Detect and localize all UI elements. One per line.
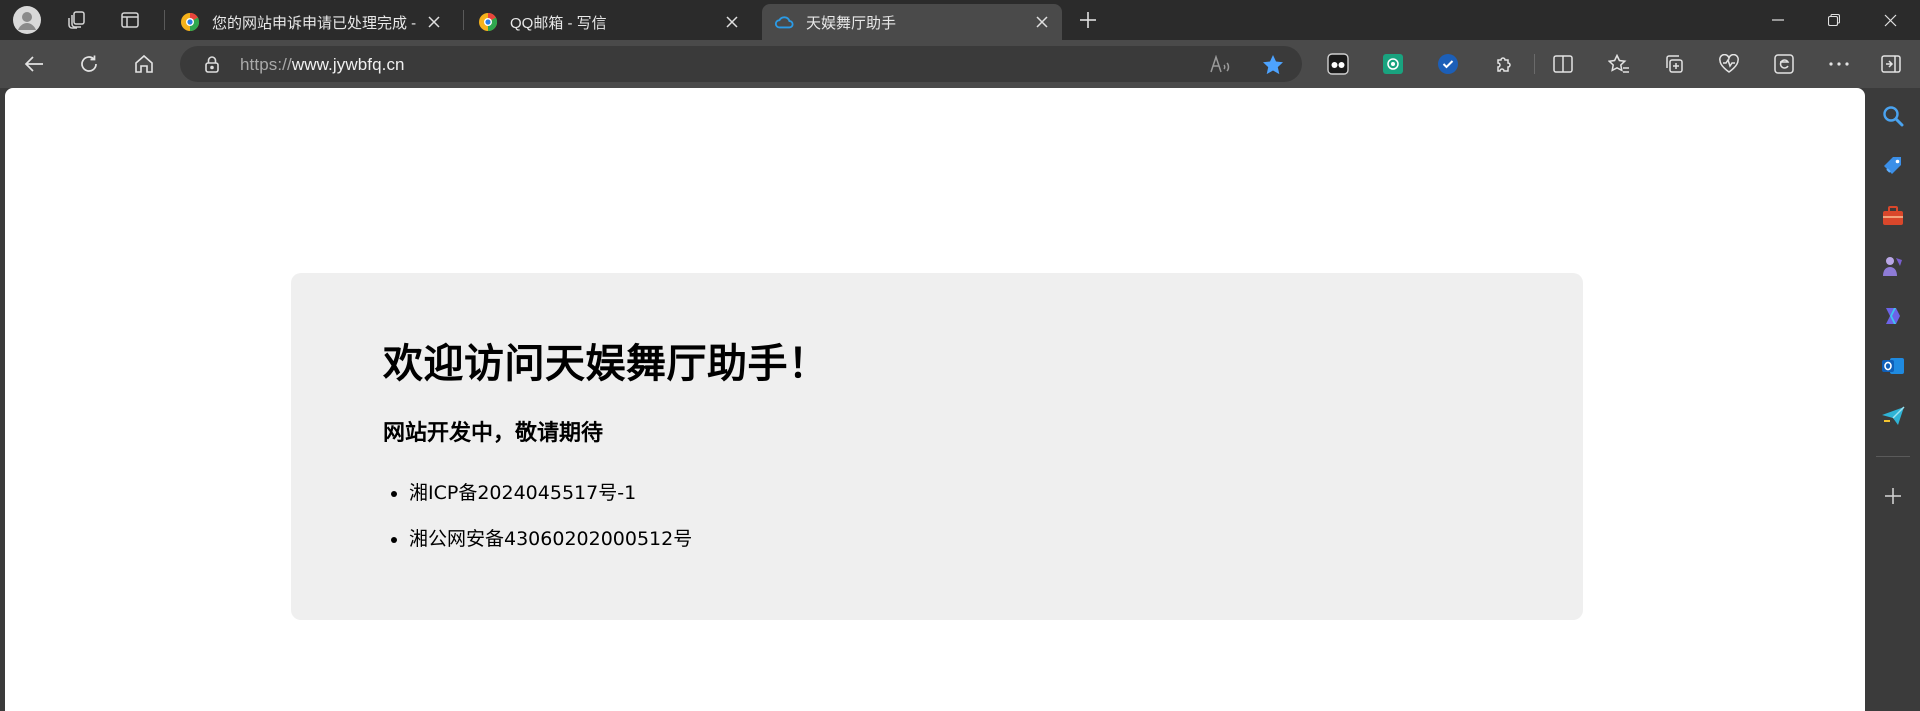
tab-tianyu-dance-hall[interactable]: 天娱舞厅助手 xyxy=(762,4,1062,40)
new-tab-icon[interactable] xyxy=(1068,6,1108,34)
extensions-puzzle-icon[interactable] xyxy=(1486,48,1522,80)
tab-actions-icon[interactable] xyxy=(110,6,150,34)
qq-mail-favicon xyxy=(478,12,498,32)
tab-qq-mail-compose[interactable]: QQ邮箱 - 写信 xyxy=(466,4,752,40)
search-icon[interactable] xyxy=(1877,100,1909,132)
tab-qq-mail-complaint[interactable]: 您的网站申诉申请已处理完成 - QQ邮箱 xyxy=(168,4,454,40)
collections-icon[interactable] xyxy=(1656,48,1692,80)
extension-chatgpt-icon[interactable] xyxy=(1375,48,1411,80)
tab-divider xyxy=(164,10,165,30)
lock-icon[interactable] xyxy=(202,54,222,74)
registration-list: 湘ICP备2024045517号-1 湘公网安备43060202000512号 xyxy=(383,470,692,562)
page-title: 欢迎访问天娱舞厅助手！ xyxy=(383,341,829,387)
outlook-icon[interactable] xyxy=(1877,350,1909,382)
list-item-icp[interactable]: 湘ICP备2024045517号-1 xyxy=(409,470,692,516)
address-bar[interactable]: https://www.jywbfq.cn xyxy=(180,46,1302,82)
refresh-icon[interactable] xyxy=(71,48,107,80)
tab-divider xyxy=(463,10,464,30)
extension-mask-icon[interactable] xyxy=(1320,48,1356,80)
more-icon[interactable] xyxy=(1821,48,1857,80)
page-subtitle: 网站开发中，敬请期待 xyxy=(383,421,604,446)
close-tab-icon[interactable] xyxy=(1028,8,1056,36)
url-host: www.jywbfq.cn xyxy=(291,55,405,74)
favorite-star-icon[interactable] xyxy=(1260,52,1286,76)
tab-title: QQ邮箱 - 写信 xyxy=(510,14,607,32)
page-viewport: 欢迎访问天娱舞厅助手！ 网站开发中，敬请期待 湘ICP备2024045517号-… xyxy=(5,88,1865,711)
edge-sidebar xyxy=(1866,88,1920,711)
send-icon[interactable] xyxy=(1877,400,1909,432)
restore-icon[interactable] xyxy=(1806,0,1862,40)
url-text[interactable]: https://www.jywbfq.cn xyxy=(240,55,405,75)
sidebar-toggle-icon[interactable] xyxy=(1873,48,1909,80)
profile-avatar-icon[interactable] xyxy=(7,6,47,34)
welcome-card: 欢迎访问天娱舞厅助手！ 网站开发中，敬请期待 湘ICP备2024045517号-… xyxy=(291,273,1583,620)
add-icon[interactable] xyxy=(1877,480,1909,512)
split-screen-icon[interactable] xyxy=(1545,48,1581,80)
workspaces-icon[interactable] xyxy=(57,6,97,34)
minimize-icon[interactable] xyxy=(1750,0,1806,40)
cloud-favicon xyxy=(774,12,794,32)
games-icon[interactable] xyxy=(1877,250,1909,282)
ie-mode-icon[interactable] xyxy=(1766,48,1802,80)
browser-toolbar: https://www.jywbfq.cn xyxy=(0,40,1920,88)
home-icon[interactable] xyxy=(126,48,162,80)
tab-strip: 您的网站申诉申请已处理完成 - QQ邮箱 QQ邮箱 - 写信 天娱舞厅助手 xyxy=(0,0,1920,40)
read-aloud-icon[interactable] xyxy=(1208,52,1234,76)
back-icon[interactable] xyxy=(16,48,52,80)
tab-title: 您的网站申诉申请已处理完成 - QQ邮箱 xyxy=(212,14,420,32)
list-item-police-record[interactable]: 湘公网安备43060202000512号 xyxy=(409,516,692,562)
tools-icon[interactable] xyxy=(1877,200,1909,232)
toolbar-divider xyxy=(1534,54,1535,74)
close-window-icon[interactable] xyxy=(1862,0,1918,40)
close-tab-icon[interactable] xyxy=(420,8,448,36)
tab-title: 天娱舞厅助手 xyxy=(806,14,897,32)
url-scheme: https:// xyxy=(240,55,292,74)
copilot-icon[interactable] xyxy=(1877,300,1909,332)
extension-shield-icon[interactable] xyxy=(1430,48,1466,80)
shopping-tag-icon[interactable] xyxy=(1877,150,1909,182)
favorites-icon[interactable] xyxy=(1601,48,1637,80)
sidebar-divider xyxy=(1876,456,1910,457)
close-tab-icon[interactable] xyxy=(718,8,746,36)
qq-mail-favicon xyxy=(180,12,200,32)
browser-essentials-icon[interactable] xyxy=(1711,48,1747,80)
